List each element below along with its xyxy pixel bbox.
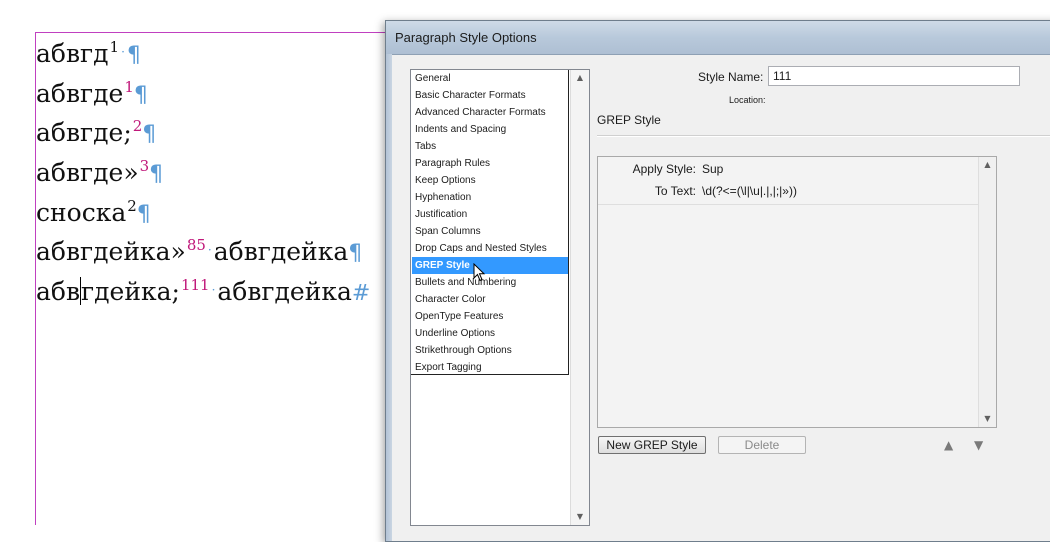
category-list[interactable]: General Basic Character Formats Advanced… xyxy=(410,69,590,526)
style-name-label: Style Name: xyxy=(698,70,764,84)
space-marker: · xyxy=(121,45,125,59)
category-item-keep-options[interactable]: Keep Options xyxy=(412,172,568,189)
move-down-icon[interactable]: ▼ xyxy=(974,439,983,451)
category-item-export-tagging[interactable]: Export Tagging xyxy=(412,359,568,376)
pilcrow-icon: ¶ xyxy=(126,43,141,68)
pilcrow-icon: ¶ xyxy=(136,202,151,227)
category-item-opentype-features[interactable]: OpenType Features xyxy=(412,308,568,325)
superscript: 3 xyxy=(139,157,150,175)
apply-style-value[interactable]: Sup xyxy=(702,162,723,176)
text-line-5[interactable]: сноска2¶ xyxy=(36,191,151,231)
scroll-up-icon[interactable]: ▲ xyxy=(571,70,589,86)
category-item-basic-character-formats[interactable]: Basic Character Formats xyxy=(412,87,568,104)
line-text: сноска xyxy=(36,198,127,227)
end-of-story-icon: # xyxy=(351,281,371,306)
category-item-tabs[interactable]: Tabs xyxy=(412,138,568,155)
category-item-span-columns[interactable]: Span Columns xyxy=(412,223,568,240)
category-list-scrollbar[interactable]: ▲ ▼ xyxy=(570,70,589,525)
category-item-paragraph-rules[interactable]: Paragraph Rules xyxy=(412,155,568,172)
new-grep-style-button[interactable]: New GREP Style xyxy=(598,436,706,454)
category-item-grep-style[interactable]: GREP Style xyxy=(412,257,568,274)
text-line-1[interactable]: абвгд1 ·¶ xyxy=(36,32,141,72)
text-line-2[interactable]: абвгде1¶ xyxy=(36,72,148,112)
category-item-drop-caps-nested-styles[interactable]: Drop Caps and Nested Styles xyxy=(412,240,568,257)
space-marker: · xyxy=(211,283,216,297)
to-text-label: To Text: xyxy=(654,184,696,198)
category-item-underline-options[interactable]: Underline Options xyxy=(412,325,568,342)
category-list-content: General Basic Character Formats Advanced… xyxy=(411,70,569,375)
delete-button[interactable]: Delete xyxy=(718,436,806,454)
pilcrow-icon: ¶ xyxy=(348,241,363,266)
line-text-after: абвгдейка xyxy=(213,237,349,266)
line-text: гдейка; xyxy=(81,277,180,306)
dialog-titlebar[interactable]: Paragraph Style Options xyxy=(386,21,1050,55)
category-item-general[interactable]: General xyxy=(412,70,568,87)
superscript: 2 xyxy=(127,197,137,215)
dialog-title: Paragraph Style Options xyxy=(395,30,537,45)
line-text: абвгде; xyxy=(36,118,132,147)
space-marker: · xyxy=(207,243,212,257)
location-label: Location: xyxy=(729,95,766,105)
superscript: 85 xyxy=(186,236,206,254)
line-text: абвгд xyxy=(36,39,109,68)
category-item-bullets-and-numbering[interactable]: Bullets and Numbering xyxy=(412,274,568,291)
line-text: абвгде xyxy=(36,79,124,108)
style-name-input[interactable]: 111 xyxy=(768,66,1020,86)
scroll-down-icon[interactable]: ▼ xyxy=(571,509,589,525)
pilcrow-icon: ¶ xyxy=(149,162,164,187)
text-line-7[interactable]: абвгдейка;111 ·абвгдейка# xyxy=(36,270,370,310)
mouse-pointer-icon xyxy=(473,263,486,282)
text-line-4[interactable]: абвгде»3¶ xyxy=(36,151,163,191)
category-item-strikethrough-options[interactable]: Strikethrough Options xyxy=(412,342,568,359)
text-line-3[interactable]: абвгде;2¶ xyxy=(36,111,156,151)
category-item-character-color[interactable]: Character Color xyxy=(412,291,568,308)
section-title: GREP Style xyxy=(597,113,661,127)
grep-style-list[interactable]: Apply Style: Sup To Text: \d(?<=(\l|\u|.… xyxy=(597,156,997,428)
category-item-hyphenation[interactable]: Hyphenation xyxy=(412,189,568,206)
line-text: абвгдейка» xyxy=(36,237,186,266)
scroll-down-icon[interactable]: ▼ xyxy=(979,411,996,427)
to-text-value[interactable]: \d(?<=(\l|\u|.|,|;|»)) xyxy=(702,184,797,198)
text-line-6[interactable]: абвгдейка»85 ·абвгдейка¶ xyxy=(36,230,362,270)
superscript: 111 xyxy=(180,276,210,294)
section-divider xyxy=(597,135,1050,137)
pilcrow-icon: ¶ xyxy=(133,83,148,108)
window-frame xyxy=(386,54,392,541)
superscript: 2 xyxy=(132,117,143,135)
category-item-justification[interactable]: Justification xyxy=(412,206,568,223)
category-item-indents-and-spacing[interactable]: Indents and Spacing xyxy=(412,121,568,138)
move-up-icon[interactable]: ▲ xyxy=(944,439,953,451)
grep-list-scrollbar[interactable]: ▲ ▼ xyxy=(978,157,996,427)
line-text: абвгде» xyxy=(36,158,139,187)
line-text-after: абвгдейка xyxy=(217,277,352,306)
grep-rule-item[interactable]: Apply Style: Sup To Text: \d(?<=(\l|\u|.… xyxy=(598,157,979,205)
superscript: 1 xyxy=(109,38,120,56)
superscript: 1 xyxy=(124,78,134,96)
apply-style-label: Apply Style: xyxy=(632,162,696,176)
pilcrow-icon: ¶ xyxy=(142,122,157,147)
category-item-advanced-character-formats[interactable]: Advanced Character Formats xyxy=(412,104,568,121)
scroll-up-icon[interactable]: ▲ xyxy=(979,157,996,173)
line-text: абв xyxy=(36,277,81,306)
